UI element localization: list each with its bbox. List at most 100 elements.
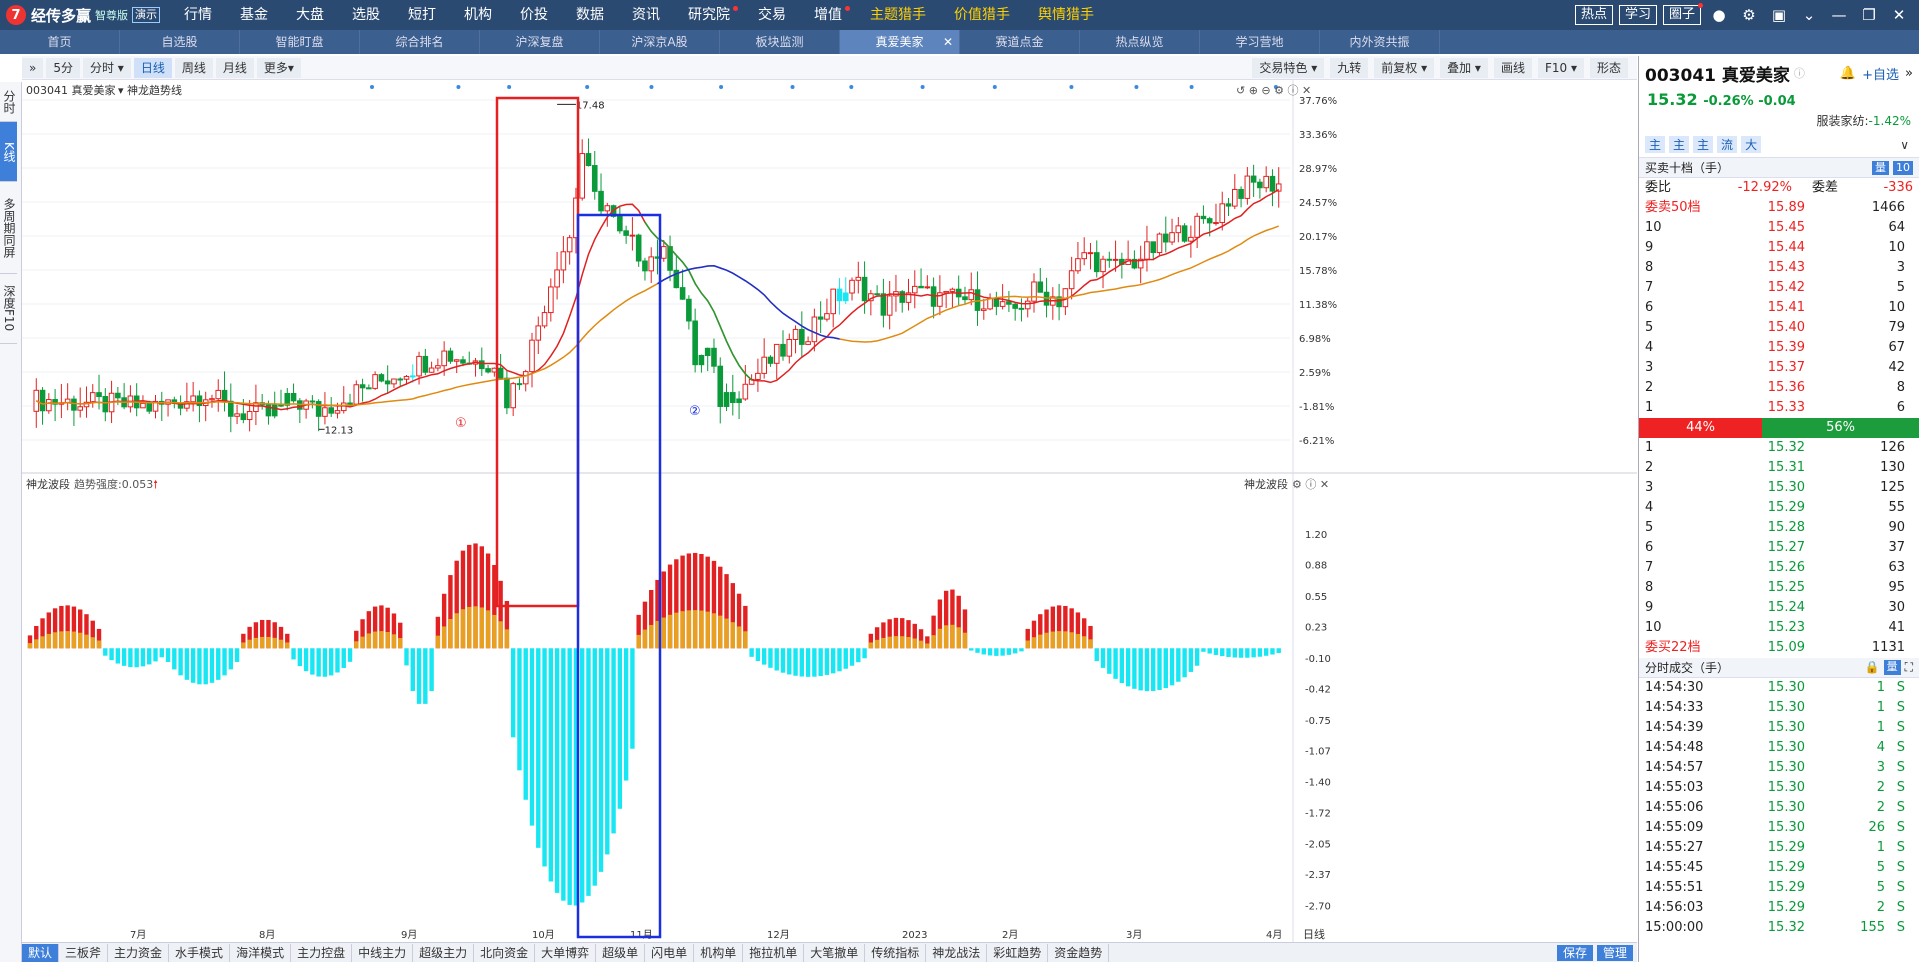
menu-item-4[interactable]: 短打 [394, 0, 450, 30]
chart-tool-0[interactable]: 交易特色 ▾ [1252, 57, 1325, 78]
period-button-0[interactable]: 5分 [46, 57, 80, 78]
chart-tool-2[interactable]: 前复权 ▾ [1374, 57, 1435, 78]
menu-item-7[interactable]: 数据 [562, 0, 618, 30]
window-icon[interactable]: ▣ [1767, 6, 1791, 24]
tab-4[interactable]: 沪深复盘 [480, 30, 600, 54]
topright-button-1[interactable]: 学习 [1618, 5, 1657, 25]
tab-6[interactable]: 板块监测 [720, 30, 840, 54]
indicator-tab-17[interactable]: 彩虹趋势 [987, 943, 1049, 962]
indicator-tab-9[interactable]: 大单博弈 [535, 943, 597, 962]
quote-button-1[interactable]: 主 [1669, 136, 1690, 153]
restore-icon[interactable]: ❐ [1857, 6, 1881, 24]
indicator-tab-6[interactable]: 中线主力 [352, 943, 414, 962]
band-bar-down [755, 648, 761, 661]
gear-icon[interactable]: ⚙ [1737, 6, 1761, 24]
minimize-icon[interactable]: — [1827, 6, 1851, 24]
chart-tools-icons[interactable]: ↺ ⊕ ⊖ ⚙ ⓘ ✕ [1236, 82, 1311, 98]
tab-11[interactable]: 内外资共振 [1320, 30, 1440, 54]
menu-item-8[interactable]: 资讯 [618, 0, 674, 30]
tab-1[interactable]: 自选股 [120, 30, 240, 54]
indicator-tab-14[interactable]: 大笔撤单 [804, 943, 866, 962]
menu-item-1[interactable]: 基金 [226, 0, 282, 30]
chevron-down-icon[interactable]: ▾ [118, 84, 124, 97]
indicator-tab-16[interactable]: 神龙战法 [926, 943, 988, 962]
menu-item-13[interactable]: 价值猎手 [940, 0, 1024, 30]
indicator-tab-1[interactable]: 三板斧 [59, 943, 109, 962]
lower-indicator-label: 神龙波段 [26, 478, 70, 491]
indicator-tab-2[interactable]: 主力资金 [108, 943, 170, 962]
menu-item-9[interactable]: 研究院 [674, 0, 744, 30]
volume-toggle-button[interactable]: 量 [1872, 160, 1889, 175]
period-button-3[interactable]: 周线 [174, 57, 213, 78]
tab-8[interactable]: 赛道点金 [960, 30, 1080, 54]
indicator-tab-8[interactable]: 北向资金 [474, 943, 536, 962]
view-switch-1[interactable]: K线 [0, 122, 17, 182]
chart-area[interactable]: 37.76% 33.36% 28.97% 24.57% 20.17% 15.78% 11.3… [22, 80, 1637, 960]
indicator-tab-7[interactable]: 超级主力 [413, 943, 475, 962]
close-icon[interactable]: ✕ [1887, 6, 1911, 24]
indicator-tab-4[interactable]: 海洋模式 [230, 943, 292, 962]
menu-item-5[interactable]: 机构 [450, 0, 506, 30]
chart-tool-6[interactable]: 形态 [1589, 57, 1628, 78]
tab-5[interactable]: 沪深京A股 [600, 30, 720, 54]
indicator-tab-15[interactable]: 传统指标 [865, 943, 927, 962]
tab-7[interactable]: 真爱美家 ✕ [840, 30, 960, 54]
indicator-tab-18[interactable]: 资金趋势 [1048, 943, 1110, 962]
view-switch-2[interactable]: 多周期同屏 [0, 182, 17, 274]
topright-button-0[interactable]: 热点 [1574, 5, 1613, 25]
save-button[interactable]: 保存 [1556, 944, 1593, 961]
indicator-tab-3[interactable]: 水手模式 [169, 943, 231, 962]
chart-tool-4[interactable]: 画线 [1493, 57, 1532, 78]
tab-10[interactable]: 学习营地 [1200, 30, 1320, 54]
period-button-4[interactable]: 月线 [215, 57, 254, 78]
menu-item-3[interactable]: 选股 [338, 0, 394, 30]
expand-icon[interactable]: » [22, 57, 44, 78]
chevron-double-down-icon[interactable]: ∨ [1896, 136, 1913, 153]
lock-icon[interactable]: 🔒 [1865, 660, 1880, 675]
indicator-tab-11[interactable]: 闪电单 [645, 943, 695, 962]
chart-tool-3[interactable]: 叠加 ▾ [1440, 57, 1488, 78]
topright-button-2[interactable]: 圈子 [1662, 3, 1703, 25]
lower-tools-icons[interactable]: ⚙ ⓘ ✕ [1292, 476, 1329, 492]
manage-button[interactable]: 管理 [1596, 944, 1633, 961]
menu-item-0[interactable]: 行情 [170, 0, 226, 30]
period-button-5[interactable]: 更多▾ [256, 57, 301, 78]
close-icon[interactable]: ✕ [943, 30, 953, 54]
tab-3[interactable]: 综合排名 [360, 30, 480, 54]
quote-button-0[interactable]: 主 [1645, 136, 1666, 153]
chevron-down-icon[interactable]: ⌄ [1797, 6, 1821, 24]
view-switch-3[interactable]: 深度F10 [0, 274, 17, 344]
depth-toggle-button[interactable]: 10 [1893, 160, 1913, 175]
info-icon[interactable]: ⓘ [1794, 65, 1805, 81]
menu-item-11[interactable]: 增值 [800, 0, 856, 30]
quote-button-4[interactable]: 大 [1741, 136, 1762, 153]
kline-chart-svg[interactable]: 37.76%33.36%28.97%24.57%20.17%15.78%11.3… [22, 80, 1637, 942]
indicator-tab-10[interactable]: 超级单 [596, 943, 646, 962]
menu-item-2[interactable]: 大盘 [282, 0, 338, 30]
tab-9[interactable]: 热点纵览 [1080, 30, 1200, 54]
chart-indicator-label[interactable]: ▾ 神龙趋势线 [118, 82, 182, 98]
tab-2[interactable]: 智能盯盘 [240, 30, 360, 54]
view-switch-0[interactable]: 分时 [0, 82, 17, 122]
indicator-tab-12[interactable]: 机构单 [694, 943, 744, 962]
add-watch-button[interactable]: +自选 [1862, 64, 1899, 83]
menu-item-6[interactable]: 价投 [506, 0, 562, 30]
indicator-tab-5[interactable]: 主力控盘 [291, 943, 353, 962]
chart-tool-5[interactable]: F10 ▾ [1537, 57, 1584, 78]
expand-icon[interactable]: ⛶ [1905, 660, 1913, 675]
ticks-volume-button[interactable]: 量 [1883, 660, 1901, 675]
quote-button-2[interactable]: 主 [1693, 136, 1714, 153]
chart-tool-1[interactable]: 九转 [1330, 57, 1369, 78]
bell-icon[interactable]: 🔔 [1840, 66, 1856, 81]
menu-item-12[interactable]: 主题猎手 [856, 0, 940, 30]
menu-item-14[interactable]: 舆情猎手 [1024, 0, 1108, 30]
user-icon[interactable]: ● [1707, 6, 1731, 24]
indicator-tab-13[interactable]: 拖拉机单 [743, 943, 805, 962]
menu-item-10[interactable]: 交易 [744, 0, 800, 30]
collapse-icon[interactable]: » [1905, 66, 1913, 81]
quote-button-3[interactable]: 流 [1717, 136, 1738, 153]
tab-0[interactable]: 首页 [0, 30, 120, 54]
indicator-tab-0[interactable]: 默认 [22, 943, 60, 962]
period-button-2[interactable]: 日线 [133, 57, 172, 78]
period-button-1[interactable]: 分时 ▾ [82, 57, 131, 78]
